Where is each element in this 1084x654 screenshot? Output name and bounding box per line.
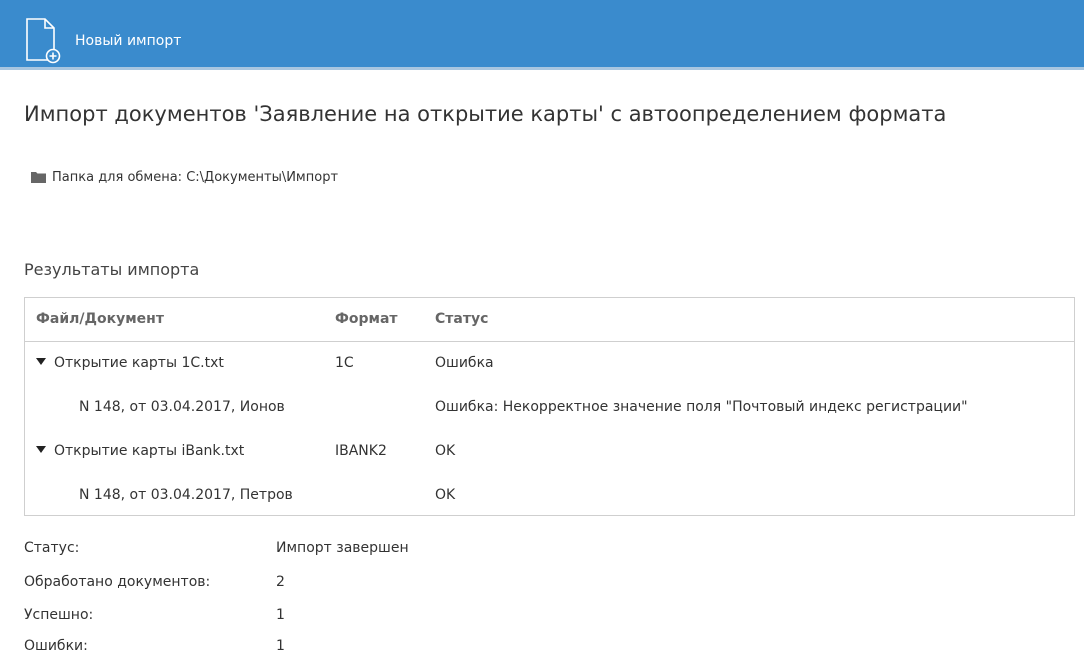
summary-label: Статус: [24,540,80,556]
page-title: Импорт документов 'Заявление на открытие… [24,102,947,126]
table-row-file[interactable]: Открытие карты 1C.txt 1C Ошибка [25,342,1074,386]
column-header-status[interactable]: Статус [435,311,488,327]
status-cell: Ошибка: Некорректное значение поля "Почт… [435,399,968,415]
file-name: Открытие карты 1C.txt [54,355,224,371]
summary-value: 1 [276,607,285,623]
document-cell: N 148, от 03.04.2017, Петров [79,487,293,503]
column-header-format[interactable]: Формат [335,311,398,327]
table-row-file[interactable]: Открытие карты iBank.txt IBANK2 OK [25,430,1074,474]
file-cell: Открытие карты 1C.txt [36,355,224,371]
folder-path-label: Папка для обмена: C:\Документы\Импорт [52,170,339,185]
summary-label: Успешно: [24,607,94,623]
header-title[interactable]: Новый импорт [75,33,181,49]
status-cell: OK [435,487,456,503]
column-header-file[interactable]: Файл/Документ [36,311,164,327]
file-cell: Открытие карты iBank.txt [36,443,244,459]
results-title: Результаты импорта [24,260,200,279]
format-cell: IBANK2 [335,443,387,459]
summary-value: 2 [276,574,285,590]
status-cell: OK [435,443,456,459]
summary-value: 1 [276,638,285,654]
summary-value: Импорт завершен [276,540,409,556]
expand-triangle-icon[interactable] [36,358,46,365]
expand-triangle-icon[interactable] [36,446,46,453]
summary-label: Обработано документов: [24,574,211,590]
format-cell: 1C [335,355,354,371]
new-document-icon[interactable] [24,16,62,64]
table-row-document[interactable]: N 148, от 03.04.2017, Петров OK [25,474,1074,518]
exchange-folder: Папка для обмена: C:\Документы\Импорт [31,170,339,185]
results-table: Файл/Документ Формат Статус Открытие кар… [24,297,1075,516]
status-cell: Ошибка [435,355,494,371]
folder-icon [31,172,46,183]
table-row-document[interactable]: N 148, от 03.04.2017, Ионов Ошибка: Неко… [25,386,1074,430]
document-cell: N 148, от 03.04.2017, Ионов [79,399,285,415]
table-header: Файл/Документ Формат Статус [25,298,1074,342]
summary-label: Ошибки: [24,638,88,654]
file-name: Открытие карты iBank.txt [54,443,245,459]
header-bar: Новый импорт [0,0,1084,70]
